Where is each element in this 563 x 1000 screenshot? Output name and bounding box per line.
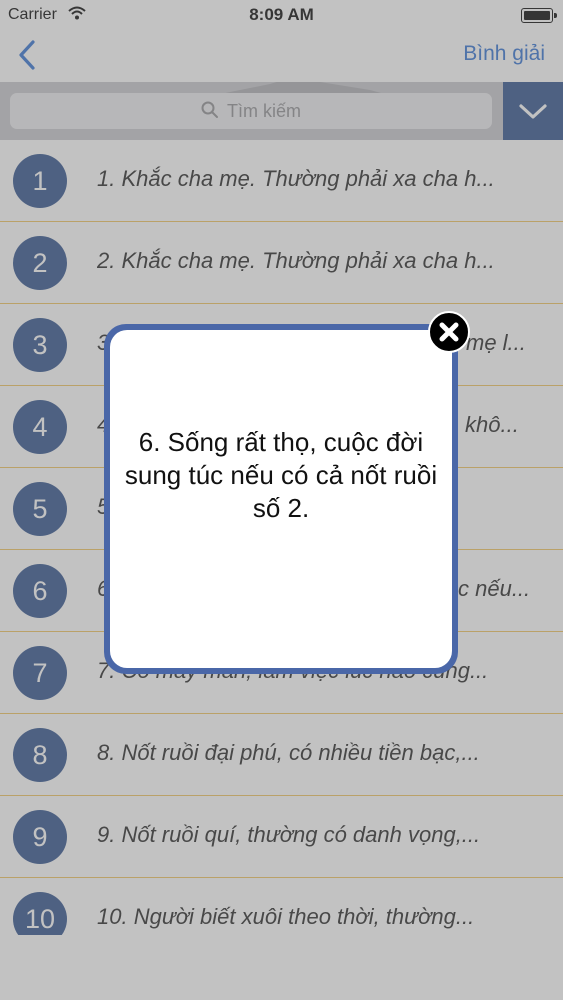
detail-popup: 6. Sống rất thọ, cuộc đời sung túc nếu c… <box>104 324 458 674</box>
popup-message: 6. Sống rất thọ, cuộc đời sung túc nếu c… <box>124 427 438 523</box>
popup-content: 6. Sống rất thọ, cuộc đời sung túc nếu c… <box>110 330 452 668</box>
close-icon <box>439 322 459 342</box>
close-button[interactable] <box>428 311 470 353</box>
